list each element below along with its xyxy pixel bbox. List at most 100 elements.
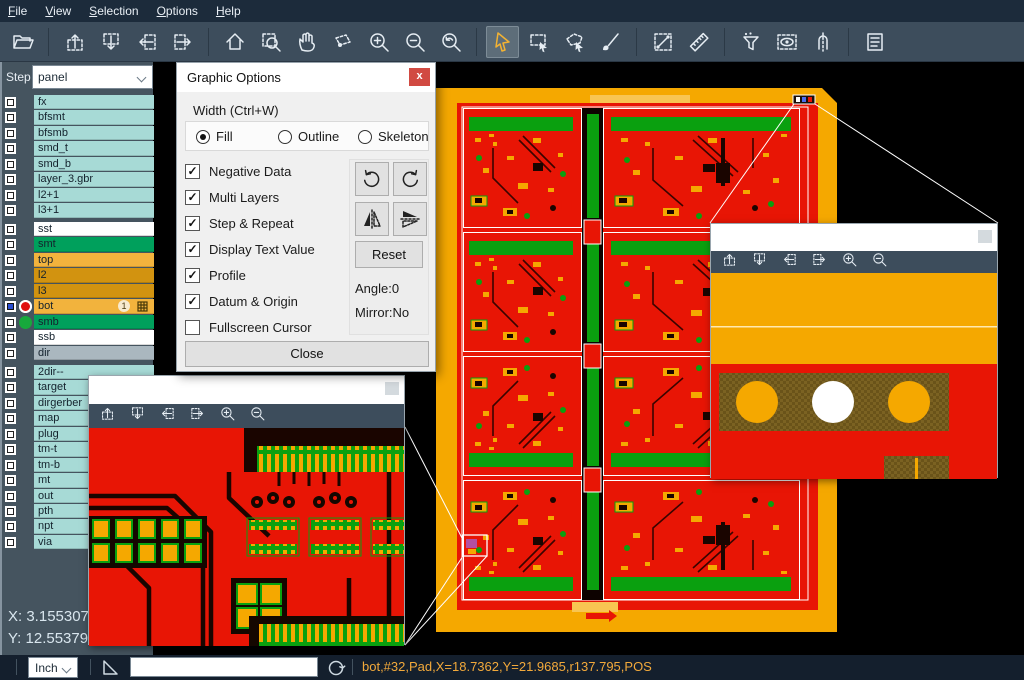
tool-box-down[interactable]: [94, 26, 127, 58]
mag-tool-box-up[interactable]: [99, 405, 116, 427]
rotate-ccw-button[interactable]: [393, 162, 427, 196]
layer-row-smd_b[interactable]: smd_b: [2, 157, 155, 172]
layer-row-sst[interactable]: sst: [2, 222, 155, 237]
layer-checkbox-mt[interactable]: [5, 475, 16, 486]
layer-checkbox-bfsmt[interactable]: [5, 112, 16, 123]
tool-home[interactable]: [218, 26, 251, 58]
checkbox-step-repeat[interactable]: ✓Step & Repeat: [185, 213, 294, 233]
layer-row-smt[interactable]: smt: [2, 237, 155, 252]
layer-name[interactable]: l3+1: [34, 203, 154, 217]
layer-row-bot[interactable]: bot1: [2, 299, 155, 314]
tool-funnel[interactable]: [734, 26, 767, 58]
checkbox-datum-origin[interactable]: ✓Datum & Origin: [185, 291, 298, 311]
layer-name[interactable]: bot1: [34, 299, 154, 313]
tool-report[interactable]: [858, 26, 891, 58]
layer-name[interactable]: fx: [34, 95, 154, 109]
layer-name[interactable]: smd_t: [34, 141, 154, 155]
mag-tool-zoom-in[interactable]: [841, 251, 858, 273]
layer-checkbox-tm-t[interactable]: [5, 444, 16, 455]
close-button[interactable]: Close: [185, 341, 429, 367]
tool-snap[interactable]: [806, 26, 839, 58]
tool-zoom-out[interactable]: [398, 26, 431, 58]
checkbox-display-text-value[interactable]: ✓Display Text Value: [185, 239, 315, 259]
magnifier-left-view[interactable]: [89, 428, 404, 646]
tool-box-up[interactable]: [58, 26, 91, 58]
tool-node-drag[interactable]: [326, 26, 359, 58]
dialog-titlebar[interactable]: Graphic Options x: [177, 63, 435, 92]
refresh-icon[interactable]: [326, 657, 346, 680]
layer-name[interactable]: top: [34, 253, 154, 267]
layer-checkbox-smt[interactable]: [5, 239, 16, 250]
layer-row-l3+1[interactable]: l3+1: [2, 203, 155, 218]
layer-checkbox-smd_b[interactable]: [5, 159, 16, 170]
layer-checkbox-pth[interactable]: [5, 506, 16, 517]
layer-checkbox-map[interactable]: [5, 413, 16, 424]
unit-dropdown[interactable]: Inch: [28, 657, 78, 678]
magnifier-left-window-button[interactable]: [385, 382, 399, 395]
layer-checkbox-l2+1[interactable]: [5, 190, 16, 201]
layer-name[interactable]: l3: [34, 284, 154, 298]
layer-row-l2[interactable]: l2: [2, 268, 155, 283]
magnifier-right-titlebar[interactable]: [711, 224, 997, 251]
layer-row-top[interactable]: top: [2, 253, 155, 268]
layer-checkbox-tm-b[interactable]: [5, 460, 16, 471]
mag-tool-zoom-out[interactable]: [871, 251, 888, 273]
layer-name[interactable]: l2+1: [34, 188, 154, 202]
mag-tool-box-right[interactable]: [189, 405, 206, 427]
tool-folder[interactable]: [6, 26, 39, 58]
layer-checkbox-bfsmb[interactable]: [5, 128, 16, 139]
layer-checkbox-layer_3.gbr[interactable]: [5, 174, 16, 185]
tool-zoom-in[interactable]: [362, 26, 395, 58]
layer-name[interactable]: smb: [34, 315, 154, 329]
magnifier-window-right[interactable]: [710, 223, 998, 478]
mag-tool-box-up[interactable]: [721, 251, 738, 273]
layer-checkbox-out[interactable]: [5, 491, 16, 502]
layer-checkbox-ssb[interactable]: [5, 332, 16, 343]
menu-file[interactable]: File: [8, 4, 27, 18]
layer-checkbox-dir[interactable]: [5, 348, 16, 359]
layer-row-bfsmb[interactable]: bfsmb: [2, 126, 155, 141]
tool-eye-box[interactable]: [770, 26, 803, 58]
magnifier-right-window-button[interactable]: [978, 230, 992, 243]
radio-outline[interactable]: Outline: [278, 129, 339, 144]
layer-checkbox-l3[interactable]: [5, 286, 16, 297]
mag-tool-box-left[interactable]: [781, 251, 798, 273]
layer-checkbox-npt[interactable]: [5, 521, 16, 532]
layer-name[interactable]: sst: [34, 222, 154, 236]
layer-checkbox-2dir--[interactable]: [5, 367, 16, 378]
tool-rect-select[interactable]: [522, 26, 555, 58]
layer-checkbox-dirgerber[interactable]: [5, 398, 16, 409]
checkbox-fullscreen-cursor[interactable]: Fullscreen Cursor: [185, 317, 312, 337]
radio-fill[interactable]: Fill: [196, 129, 233, 144]
layer-name[interactable]: dir: [34, 346, 154, 360]
layer-name[interactable]: layer_3.gbr: [34, 172, 154, 186]
layer-name[interactable]: smt: [34, 237, 154, 251]
checkbox-multi-layers[interactable]: ✓Multi Layers: [185, 187, 279, 207]
menu-options[interactable]: Options: [157, 4, 198, 18]
layer-name[interactable]: ssb: [34, 330, 154, 344]
menu-selection[interactable]: Selection: [89, 4, 138, 18]
layer-checkbox-l2[interactable]: [5, 270, 16, 281]
tool-ruler[interactable]: [682, 26, 715, 58]
layer-row-bfsmt[interactable]: bfsmt: [2, 110, 155, 125]
mirror-vertical-button[interactable]: [393, 202, 427, 236]
layer-name[interactable]: smd_b: [34, 157, 154, 171]
step-dropdown[interactable]: panel: [32, 65, 153, 89]
layer-checkbox-plug[interactable]: [5, 429, 16, 440]
layer-row-dir[interactable]: dir: [2, 346, 155, 361]
mag-tool-zoom-in[interactable]: [219, 405, 236, 427]
layer-checkbox-l3+1[interactable]: [5, 205, 16, 216]
mag-tool-zoom-out[interactable]: [249, 405, 266, 427]
tool-poly-select[interactable]: [558, 26, 591, 58]
tool-measure[interactable]: [646, 26, 679, 58]
reset-button[interactable]: Reset: [355, 241, 423, 268]
command-input[interactable]: [130, 657, 318, 677]
mag-tool-box-down[interactable]: [751, 251, 768, 273]
mirror-horizontal-button[interactable]: [355, 202, 389, 236]
layer-checkbox-target[interactable]: [5, 382, 16, 393]
tool-zoom-region[interactable]: [254, 26, 287, 58]
tool-brush[interactable]: [594, 26, 627, 58]
close-icon[interactable]: x: [409, 68, 430, 86]
layer-row-layer_3.gbr[interactable]: layer_3.gbr: [2, 172, 155, 187]
layer-row-ssb[interactable]: ssb: [2, 330, 155, 345]
